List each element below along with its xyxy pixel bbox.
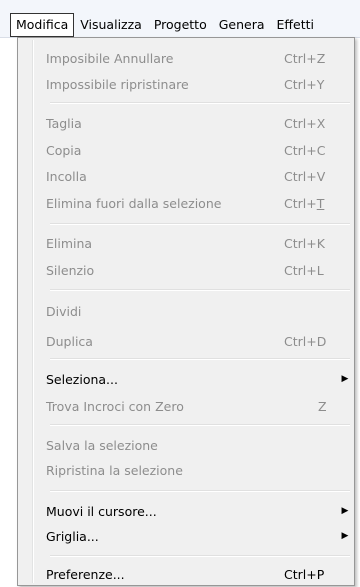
menu-separator (50, 358, 350, 360)
submenu-arrow-icon: ▶ (341, 506, 349, 516)
menu-modifica[interactable]: Modifica (10, 13, 75, 37)
menu-item-silence[interactable]: Silenzio Ctrl+L (46, 259, 354, 281)
menu-item-cut[interactable]: Taglia Ctrl+X (46, 112, 354, 134)
menu-item-paste[interactable]: Incolla Ctrl+V (46, 165, 354, 187)
menu-bar-items: Modifica Visualizza Progetto Genera Effe… (10, 13, 320, 37)
menu-item-grid[interactable]: Griglia... ▶ (46, 525, 354, 547)
menu-visualizza[interactable]: Visualizza (74, 13, 148, 37)
menu-item-trim[interactable]: Elimina fuori dalla selezione Ctrl+T (46, 192, 354, 214)
menu-item-redo[interactable]: Impossibile ripristinare Ctrl+Y (46, 73, 354, 95)
menu-progetto[interactable]: Progetto (148, 13, 213, 37)
menu-item-zero-crossings[interactable]: Trova Incroci con Zero Z (46, 395, 354, 417)
shortcut-trim: Ctrl+T (284, 195, 325, 211)
menu-item-preferences[interactable]: Preferenze... Ctrl+P (46, 563, 354, 585)
menu-separator (50, 555, 350, 557)
submenu-arrow-icon: ▶ (341, 374, 349, 384)
menu-item-save-selection[interactable]: Salva la selezione (46, 434, 354, 456)
menu-separator (50, 289, 350, 291)
menu-item-delete[interactable]: Elimina Ctrl+K (46, 232, 354, 254)
submenu-arrow-icon: ▶ (341, 531, 349, 541)
menu-separator (50, 102, 350, 104)
menu-item-move-cursor[interactable]: Muovi il cursore... ▶ (46, 500, 354, 522)
menu-item-undo[interactable]: Imposibile Annullare Ctrl+Z (46, 47, 354, 69)
access-key: T (316, 195, 325, 211)
menu-effetti[interactable]: Effetti (271, 13, 320, 37)
edit-dropdown-menu: Imposibile Annullare Ctrl+Z Impossibile … (17, 37, 355, 586)
menu-genera[interactable]: Genera (213, 13, 271, 37)
menu-separator (50, 490, 350, 492)
menu-icon-gutter (32, 40, 34, 583)
menu-item-duplicate[interactable]: Duplica Ctrl+D (46, 330, 354, 352)
menu-separator (50, 424, 350, 426)
menu-separator (50, 223, 350, 225)
menu-bar: Modifica Visualizza Progetto Genera Effe… (0, 0, 360, 38)
menu-item-copy[interactable]: Copia Ctrl+C (46, 139, 354, 161)
menu-item-restore-selection[interactable]: Ripristina la selezione (46, 459, 354, 481)
menu-item-split[interactable]: Dividi (46, 300, 354, 322)
menu-item-select[interactable]: Seleziona... ▶ (46, 368, 354, 390)
